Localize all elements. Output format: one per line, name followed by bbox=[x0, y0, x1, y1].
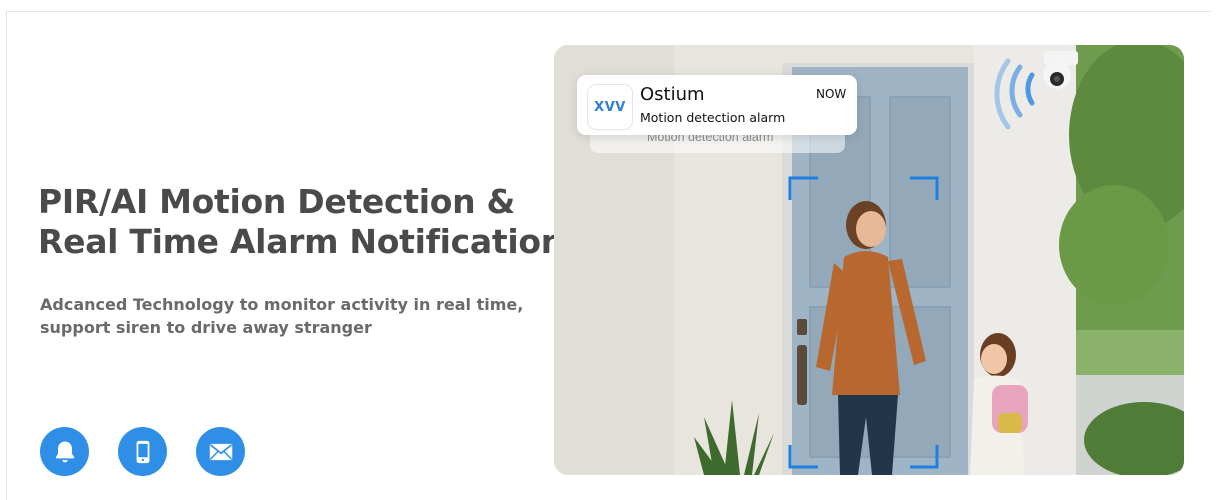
subheadline-line-1: Adcanced Technology to monitor activity … bbox=[40, 295, 524, 314]
phone-icon bbox=[118, 427, 167, 476]
notification-message: Motion detection alarm bbox=[640, 110, 786, 125]
headline: PIR/AI Motion Detection & Real Time Alar… bbox=[38, 182, 564, 262]
feature-icons bbox=[40, 427, 245, 476]
notification-time: NOW bbox=[816, 87, 847, 101]
mail-icon bbox=[196, 427, 245, 476]
app-logo-icon: XVV bbox=[587, 84, 633, 130]
headline-line-2: Real Time Alarm Notification bbox=[38, 222, 564, 261]
headline-line-1: PIR/AI Motion Detection & bbox=[38, 182, 515, 221]
subheadline: Adcanced Technology to monitor activity … bbox=[40, 293, 540, 339]
bell-icon bbox=[40, 427, 89, 476]
notification-app-name: Ostium bbox=[640, 84, 705, 105]
subheadline-line-2: support siren to drive away stranger bbox=[40, 318, 372, 337]
